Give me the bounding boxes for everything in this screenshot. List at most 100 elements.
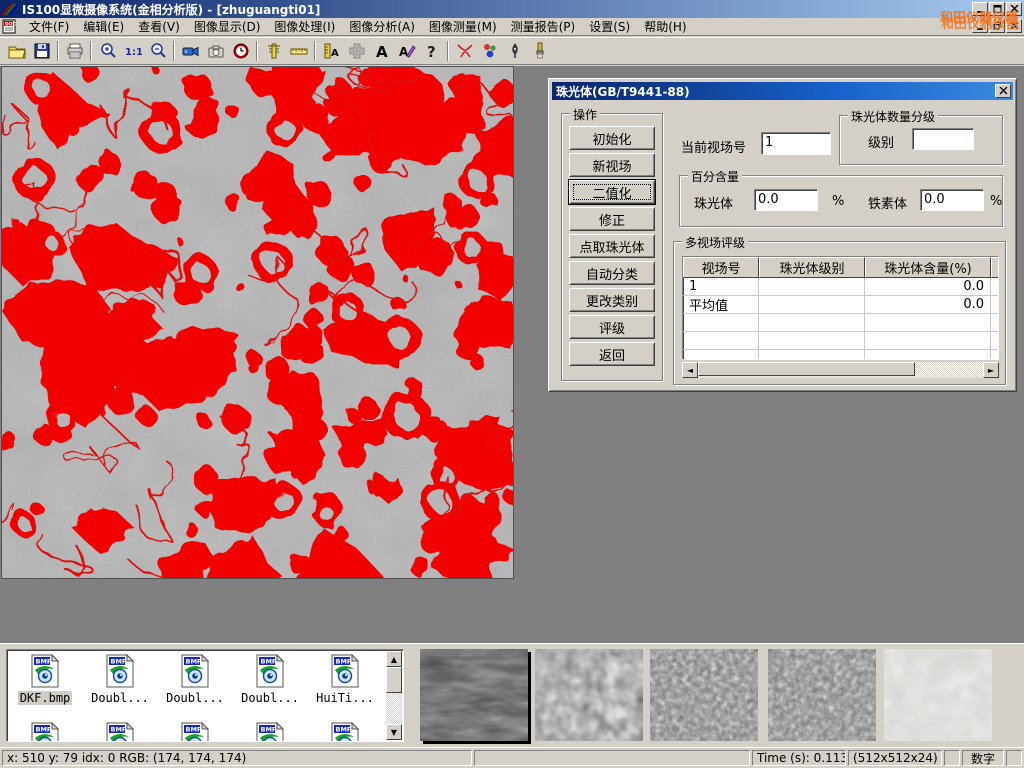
pen-button[interactable] bbox=[502, 39, 527, 63]
dialog-close-icon[interactable] bbox=[995, 84, 1011, 98]
file-item[interactable]: BMP bbox=[159, 722, 231, 742]
thumbnail-1[interactable] bbox=[420, 649, 528, 741]
file-item[interactable]: BMPDoubl... bbox=[84, 654, 156, 705]
table-row[interactable] bbox=[683, 332, 998, 350]
thumbnail-2[interactable] bbox=[535, 649, 643, 741]
table-cell bbox=[683, 314, 759, 331]
brush-button[interactable] bbox=[527, 39, 552, 63]
file-item[interactable]: BMP bbox=[234, 722, 306, 742]
ferrite-value-input[interactable]: 0.0 bbox=[920, 189, 984, 211]
timer-button[interactable] bbox=[228, 39, 253, 63]
child-restore-button[interactable] bbox=[989, 19, 1005, 33]
table-header-4[interactable]: 铁素体 bbox=[991, 257, 999, 278]
menu-bar: DOC 文件(F) 编辑(E) 查看(V) 图像显示(D) 图像处理(I) 图像… bbox=[0, 18, 1024, 36]
scroll-up-icon[interactable]: ▲ bbox=[386, 651, 402, 667]
grade-input[interactable] bbox=[912, 128, 974, 150]
help-button[interactable]: ? bbox=[419, 39, 444, 63]
file-item[interactable]: BMPDoubl... bbox=[159, 654, 231, 705]
menu-help[interactable]: 帮助(H) bbox=[637, 17, 693, 36]
table-header-2[interactable]: 珠光体级别 bbox=[759, 257, 865, 278]
annotate-button[interactable]: A bbox=[394, 39, 419, 63]
op-button-4[interactable]: 修正 bbox=[569, 207, 655, 231]
video-camera-button[interactable] bbox=[178, 39, 203, 63]
actual-size-button[interactable]: 1:1 bbox=[120, 39, 145, 63]
table-cell: 0.0 bbox=[865, 296, 991, 313]
curve-tool-icon bbox=[456, 42, 474, 60]
ruler-button[interactable] bbox=[286, 39, 311, 63]
op-button-9[interactable]: 返回 bbox=[569, 342, 655, 366]
table-cell bbox=[865, 314, 991, 331]
maximize-button[interactable] bbox=[989, 2, 1005, 16]
table-header-1[interactable]: 视场号 bbox=[683, 257, 759, 278]
thumbnail-4[interactable] bbox=[768, 649, 876, 741]
caliper-button[interactable] bbox=[261, 39, 286, 63]
dialog-title: 珠光体(GB/T9441-88) bbox=[556, 83, 690, 100]
menu-measure-report[interactable]: 测量报告(P) bbox=[504, 17, 583, 36]
minimize-button[interactable] bbox=[972, 2, 988, 16]
current-field-input[interactable]: 1 bbox=[761, 132, 831, 155]
toolbar-separator bbox=[173, 41, 175, 61]
zoom-out-button[interactable] bbox=[145, 39, 170, 63]
grade-label: 级别 bbox=[868, 132, 894, 151]
menu-settings[interactable]: 设置(S) bbox=[582, 17, 637, 36]
file-item[interactable]: BMPDKF.bmp bbox=[9, 654, 81, 705]
scroll-right-icon[interactable]: ► bbox=[983, 362, 999, 378]
menu-image-display[interactable]: 图像显示(D) bbox=[187, 17, 268, 36]
table-row[interactable] bbox=[683, 350, 998, 360]
measure-text-button[interactable]: A bbox=[319, 39, 344, 63]
rating-table[interactable]: 视场号珠光体级别珠光体含量(%)铁素体10.0平均值0.0 bbox=[682, 256, 999, 360]
color-dots-button[interactable] bbox=[477, 39, 502, 63]
menu-image-analysis[interactable]: 图像分析(A) bbox=[342, 17, 422, 36]
save-button[interactable] bbox=[29, 39, 54, 63]
dialog-title-bar[interactable]: 珠光体(GB/T9441-88) bbox=[552, 82, 1013, 100]
file-item[interactable]: BMPHuiTi... bbox=[309, 654, 381, 705]
zoom-in-button[interactable] bbox=[95, 39, 120, 63]
op-button-6[interactable]: 自动分类 bbox=[569, 261, 655, 285]
table-header-3[interactable]: 珠光体含量(%) bbox=[865, 257, 991, 278]
op-button-5[interactable]: 点取珠光体 bbox=[569, 234, 655, 258]
op-button-7[interactable]: 更改类别 bbox=[569, 288, 655, 312]
menu-image-measure[interactable]: 图像测量(M) bbox=[422, 17, 504, 36]
menu-view[interactable]: 查看(V) bbox=[131, 17, 187, 36]
text-label-button[interactable]: A bbox=[369, 39, 394, 63]
file-item[interactable]: BMP bbox=[309, 722, 381, 742]
bmp-file-icon: BMP bbox=[30, 654, 60, 688]
open-folder-button[interactable] bbox=[4, 39, 29, 63]
file-item[interactable]: BMP bbox=[84, 722, 156, 742]
grading-group: 珠光体数量分级 级别 bbox=[839, 115, 1003, 165]
grid-tool-button[interactable] bbox=[344, 39, 369, 63]
scroll-left-icon[interactable]: ◄ bbox=[682, 362, 698, 378]
file-item[interactable]: BMPDoubl... bbox=[234, 654, 306, 705]
svg-text:BMP: BMP bbox=[186, 726, 202, 734]
op-button-1[interactable]: 初始化 bbox=[569, 126, 655, 150]
pen-icon bbox=[506, 42, 524, 60]
thumbnail-3[interactable] bbox=[650, 649, 758, 741]
table-row[interactable]: 10.0 bbox=[683, 278, 998, 296]
pearlite-dialog: 珠光体(GB/T9441-88) 操作 初始化新视场二值化修正点取珠光体自动分类… bbox=[548, 78, 1017, 392]
metallographic-image[interactable] bbox=[1, 66, 514, 579]
file-item[interactable]: BMP bbox=[9, 722, 81, 742]
file-browser[interactable]: ▲ ▼ BMPDKF.bmpBMPDoubl...BMPDoubl...BMPD… bbox=[6, 649, 404, 742]
menu-image-processing[interactable]: 图像处理(I) bbox=[267, 17, 342, 36]
menu-file[interactable]: 文件(F) bbox=[22, 17, 76, 36]
op-button-2[interactable]: 新视场 bbox=[569, 153, 655, 177]
table-cell bbox=[991, 296, 999, 313]
curve-tool-button[interactable] bbox=[452, 39, 477, 63]
color-dots-icon bbox=[481, 42, 499, 60]
menu-edit[interactable]: 编辑(E) bbox=[76, 17, 131, 36]
table-hscrollbar[interactable]: ◄ ► bbox=[682, 362, 999, 378]
file-vscrollbar[interactable]: ▲ ▼ bbox=[386, 651, 402, 740]
multifield-group-label: 多视场评级 bbox=[682, 234, 748, 251]
close-button[interactable] bbox=[1006, 2, 1022, 16]
child-close-button[interactable] bbox=[1006, 19, 1022, 33]
table-row[interactable]: 平均值0.0 bbox=[683, 296, 998, 314]
child-minimize-button[interactable] bbox=[972, 19, 988, 33]
table-row[interactable] bbox=[683, 314, 998, 332]
thumbnail-5[interactable] bbox=[884, 649, 992, 741]
print-button[interactable] bbox=[62, 39, 87, 63]
op-button-3[interactable]: 二值化 bbox=[569, 180, 655, 204]
pearlite-value-input[interactable]: 0.0 bbox=[754, 189, 818, 211]
scroll-down-icon[interactable]: ▼ bbox=[386, 724, 402, 740]
camera-capture-button[interactable] bbox=[203, 39, 228, 63]
op-button-8[interactable]: 评级 bbox=[569, 315, 655, 339]
